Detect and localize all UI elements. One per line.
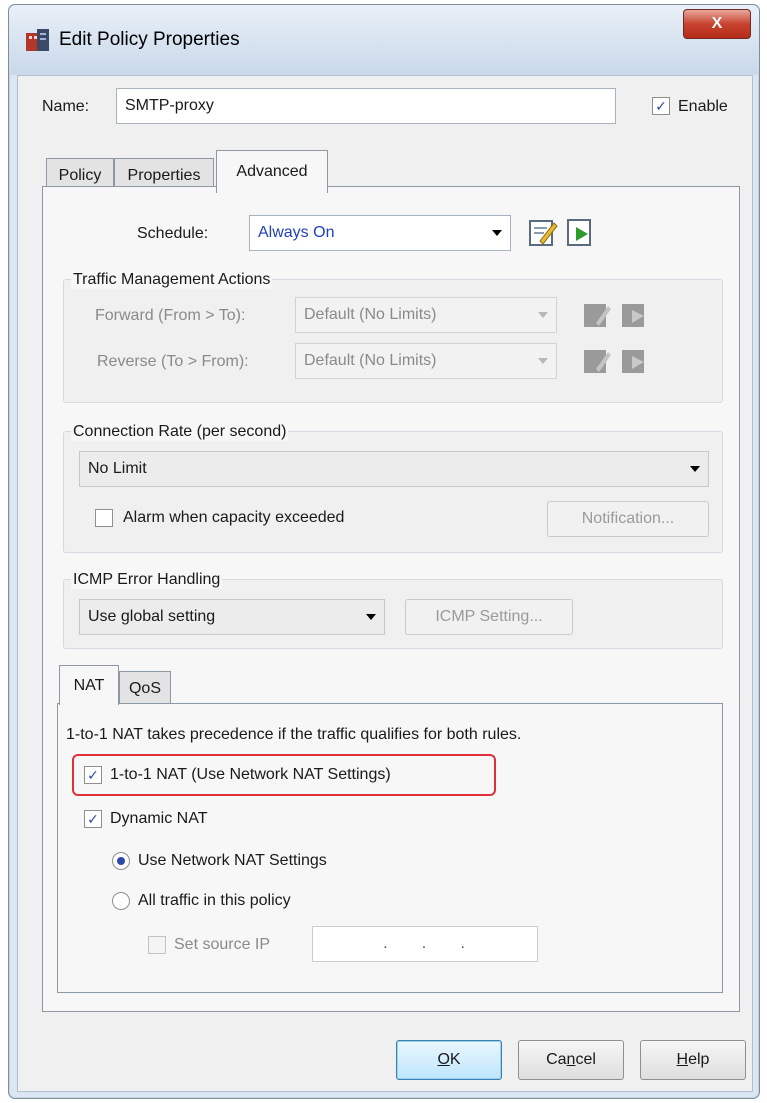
- traffic-management-title: Traffic Management Actions: [71, 271, 273, 289]
- chevron-down-icon: [366, 614, 376, 620]
- edit-icon: [529, 220, 558, 246]
- icmp-title: ICMP Error Handling: [71, 571, 223, 589]
- schedule-select[interactable]: Always On: [249, 215, 511, 251]
- radio-selected-dot: [117, 857, 125, 865]
- all-traffic-label: All traffic in this policy: [138, 892, 291, 909]
- tab-advanced[interactable]: Advanced: [216, 150, 328, 193]
- tab-properties-label: Properties: [127, 166, 201, 184]
- name-label: Name:: [42, 98, 90, 115]
- edit-icon: [584, 304, 611, 327]
- notification-button[interactable]: Notification...: [547, 501, 709, 537]
- one-to-one-nat-checkbox[interactable]: ✓: [84, 766, 102, 784]
- notification-label: Notification...: [581, 510, 675, 527]
- one-to-one-nat-label: 1-to-1 NAT (Use Network NAT Settings): [110, 766, 391, 783]
- name-field[interactable]: SMTP-proxy: [116, 88, 616, 124]
- ok-button[interactable]: OK: [396, 1040, 502, 1080]
- title-bar: Edit Policy Properties X: [9, 5, 759, 75]
- tab-nat[interactable]: NAT: [59, 665, 119, 705]
- edit-icon: [584, 350, 611, 373]
- schedule-label: Schedule:: [137, 225, 209, 242]
- enable-checkbox[interactable]: ✓: [652, 97, 670, 115]
- add-icon: [567, 219, 591, 246]
- dynamic-nat-label: Dynamic NAT: [110, 810, 208, 827]
- nat-note: 1-to-1 NAT takes precedence if the traff…: [66, 726, 522, 743]
- cancel-label-rest: cel: [575, 1051, 596, 1068]
- firewall-policy-icon: [26, 29, 49, 51]
- close-button[interactable]: X: [683, 9, 751, 39]
- forward-value: Default (No Limits): [304, 306, 437, 323]
- dynamic-nat-checkbox[interactable]: ✓: [84, 810, 102, 828]
- dialog-client: Name: SMTP-proxy ✓ Enable Policy Propert…: [17, 75, 753, 1092]
- forward-label: Forward (From > To):: [95, 307, 246, 324]
- set-source-ip-label: Set source IP: [174, 936, 271, 953]
- edit-reverse-button[interactable]: [581, 346, 613, 376]
- connection-rate-title: Connection Rate (per second): [71, 423, 289, 441]
- schedule-value: Always On: [258, 224, 335, 241]
- name-value: SMTP-proxy: [125, 97, 214, 114]
- chevron-down-icon: [538, 358, 548, 364]
- add-icon: [622, 350, 644, 373]
- alarm-label: Alarm when capacity exceeded: [123, 509, 345, 526]
- help-label-mnemonic: H: [676, 1051, 689, 1068]
- source-ip-value: . . .: [383, 935, 467, 952]
- icmp-select[interactable]: Use global setting: [79, 599, 385, 635]
- connection-rate-value: No Limit: [88, 460, 147, 477]
- icmp-value: Use global setting: [88, 608, 216, 625]
- cancel-label-prefix: Ca: [546, 1051, 567, 1068]
- edit-forward-button[interactable]: [581, 300, 613, 330]
- icmp-setting-label: ICMP Setting...: [435, 608, 543, 625]
- reverse-label: Reverse (To > From):: [97, 353, 249, 370]
- cancel-label-mnemonic: n: [566, 1051, 576, 1068]
- forward-select[interactable]: Default (No Limits): [295, 297, 557, 333]
- add-forward-button[interactable]: [619, 300, 651, 330]
- nat-panel: 1-to-1 NAT takes precedence if the traff…: [57, 703, 723, 993]
- ok-label-rest: K: [449, 1051, 461, 1068]
- help-label-rest: elp: [688, 1051, 710, 1068]
- use-network-nat-radio[interactable]: [112, 852, 130, 870]
- enable-label: Enable: [678, 98, 728, 115]
- chevron-down-icon: [538, 312, 548, 318]
- icmp-setting-button[interactable]: ICMP Setting...: [405, 599, 573, 635]
- window-title: Edit Policy Properties: [59, 29, 240, 50]
- chevron-down-icon: [492, 230, 502, 236]
- add-reverse-button[interactable]: [619, 346, 651, 376]
- source-ip-field[interactable]: . . .: [312, 926, 538, 962]
- tab-nat-label: NAT: [73, 676, 105, 694]
- tab-advanced-label: Advanced: [236, 163, 308, 180]
- close-icon: X: [711, 15, 723, 32]
- reverse-value: Default (No Limits): [304, 352, 437, 369]
- cancel-button[interactable]: Ca n cel: [518, 1040, 624, 1080]
- tab-policy-label: Policy: [58, 166, 102, 184]
- add-icon: [622, 304, 644, 327]
- advanced-panel: Schedule: Always On Traffic Management A…: [42, 186, 740, 1012]
- dialog-window: Edit Policy Properties X Name: SMTP-prox…: [8, 4, 760, 1099]
- help-button[interactable]: Help: [640, 1040, 746, 1080]
- edit-schedule-button[interactable]: [527, 217, 559, 247]
- alarm-checkbox[interactable]: [95, 509, 113, 527]
- use-network-nat-label: Use Network NAT Settings: [138, 852, 327, 869]
- tab-qos-label: QoS: [128, 679, 161, 697]
- tab-qos[interactable]: QoS: [119, 671, 171, 705]
- add-schedule-button[interactable]: [565, 217, 597, 247]
- chevron-down-icon: [690, 466, 700, 472]
- all-traffic-radio[interactable]: [112, 892, 130, 910]
- ok-label-mnemonic: O: [437, 1051, 450, 1068]
- reverse-select[interactable]: Default (No Limits): [295, 343, 557, 379]
- connection-rate-select[interactable]: No Limit: [79, 451, 709, 487]
- set-source-ip-checkbox[interactable]: [148, 936, 166, 954]
